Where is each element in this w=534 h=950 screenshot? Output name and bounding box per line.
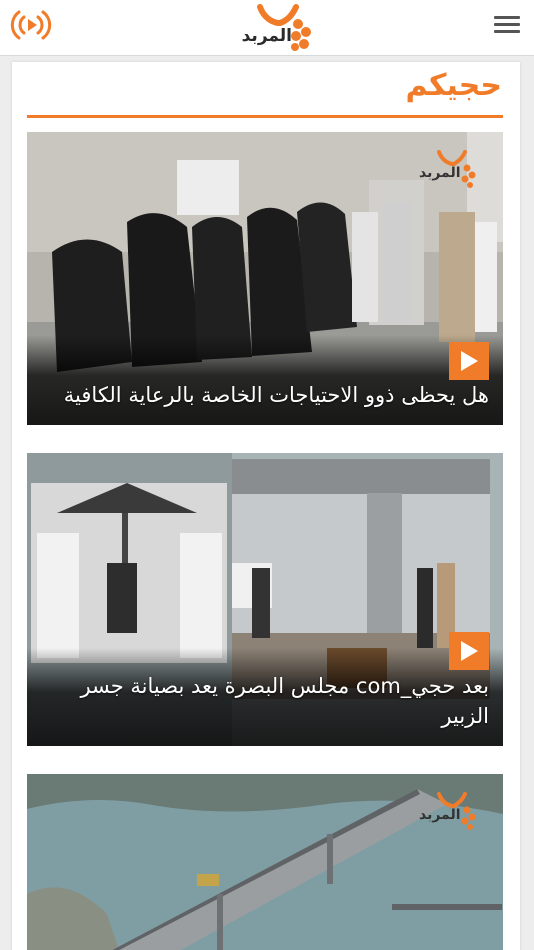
video-item-1[interactable]: المربد هل يحظى ذوو الاحتياجات الخاصة بال… xyxy=(27,132,503,425)
menu-bar xyxy=(494,16,520,19)
menu-bar xyxy=(494,30,520,33)
site-logo[interactable]: المربد xyxy=(241,4,316,52)
play-icon xyxy=(461,351,478,371)
play-button[interactable] xyxy=(449,632,489,670)
video-caption: هل يحظى ذوو الاحتياجات الخاصة بالرعاية ا… xyxy=(63,383,489,407)
channel-watermark: المربد xyxy=(419,150,479,190)
radio-live-button[interactable] xyxy=(10,8,52,42)
section-title: حجيكم xyxy=(405,68,502,103)
video-item-2[interactable]: بعد حجي_com مجلس البصرة يعد بصيانة جسر ا… xyxy=(27,453,503,746)
watermark-text: المربد xyxy=(419,807,461,823)
content-card: حجيكم المربد هل يحظى ذوو الاحتياجات الخا… xyxy=(12,62,520,950)
video-item-3[interactable]: المربد xyxy=(27,774,503,950)
watermark-text: المربد xyxy=(419,165,461,181)
hamburger-menu-button[interactable] xyxy=(490,12,524,42)
channel-watermark: المربد xyxy=(419,792,479,832)
play-button[interactable] xyxy=(449,342,489,380)
app-header: المربد xyxy=(0,0,534,56)
broadcast-icon xyxy=(10,10,52,40)
title-divider xyxy=(27,115,503,118)
play-icon xyxy=(461,641,478,661)
menu-bar xyxy=(494,23,520,26)
video-caption: بعد حجي_com مجلس البصرة يعد بصيانة جسر ا… xyxy=(80,674,489,728)
logo-text: المربد xyxy=(241,26,292,46)
